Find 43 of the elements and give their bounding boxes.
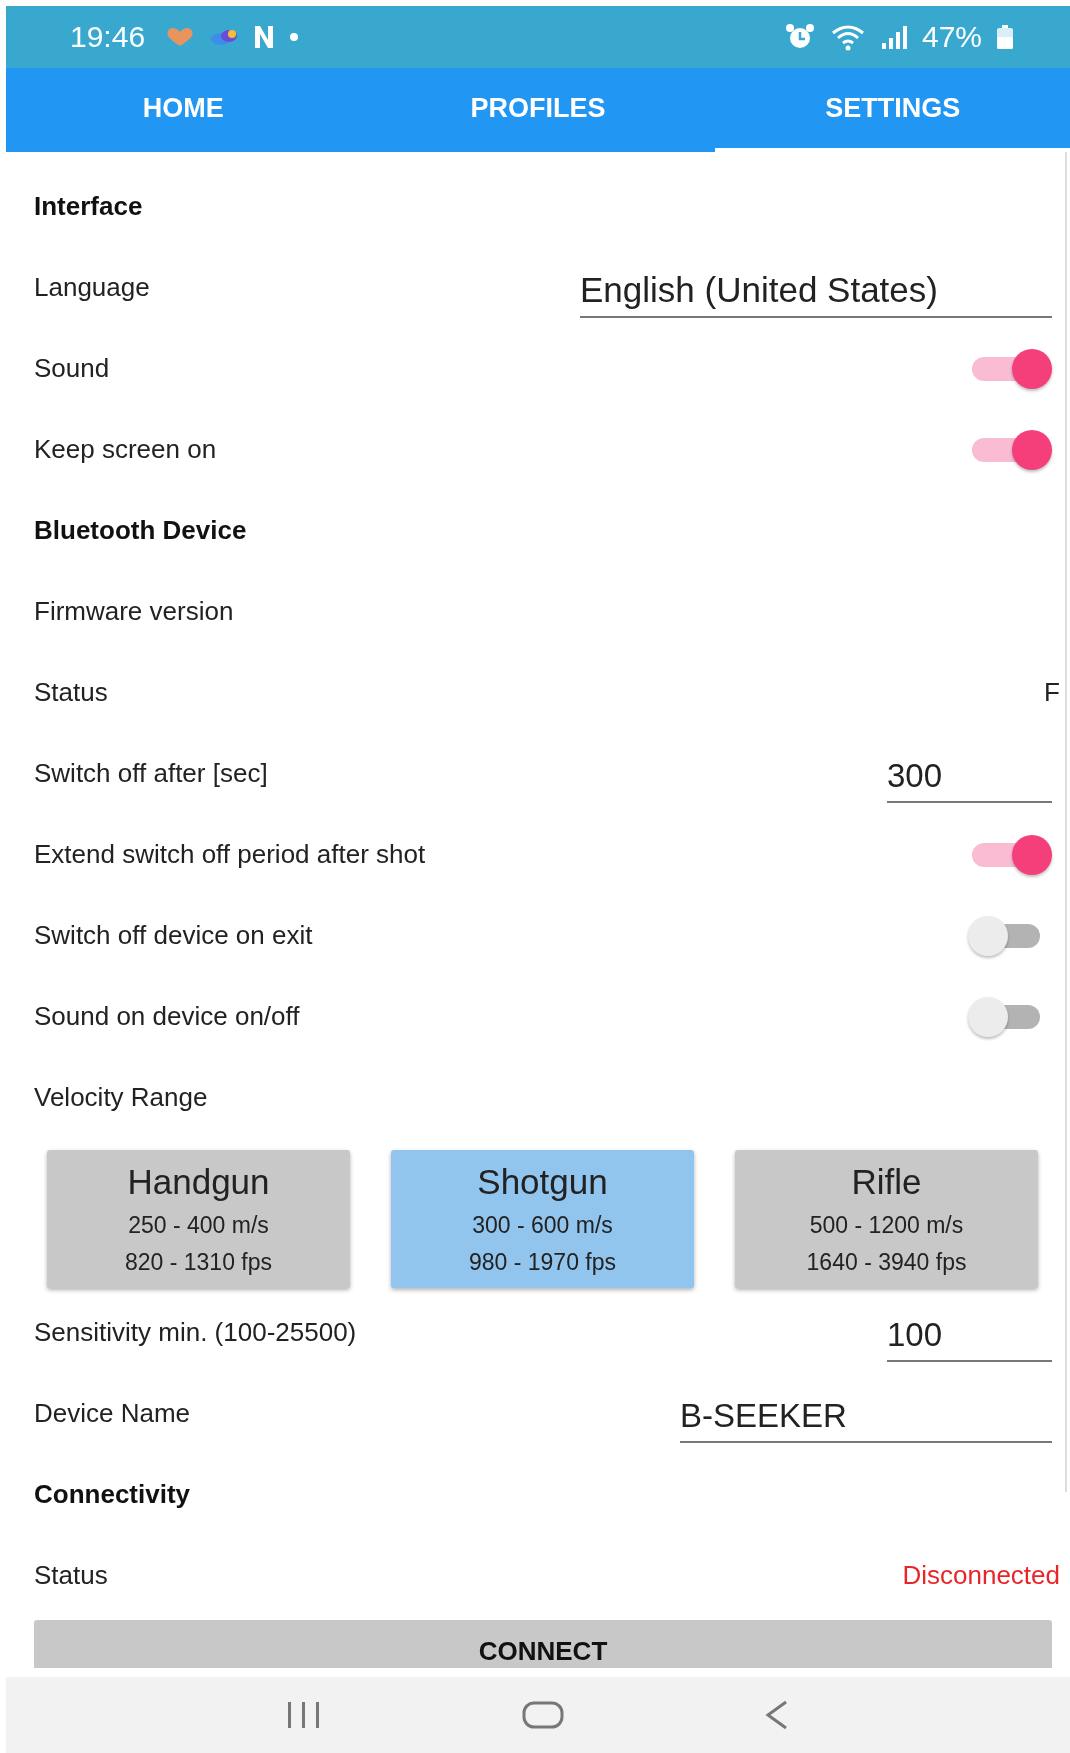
setting-label: Keep screen on [34, 434, 217, 465]
section-heading: Bluetooth Device [34, 515, 247, 546]
dot-icon [289, 32, 300, 42]
setting-label: Switch off after [sec] [34, 758, 268, 789]
range-metric: 250 - 400 m/s [128, 1212, 269, 1239]
setting-label: Sound on device on/off [34, 1001, 300, 1032]
setting-label: Switch off device on exit [34, 920, 313, 951]
setting-label: Velocity Range [34, 1082, 208, 1113]
language-dropdown[interactable]: English (United States) [580, 265, 1052, 318]
section-heading: Interface [34, 191, 143, 222]
n-logo-icon [253, 24, 276, 50]
setting-label: Sensitivity min. (100-25500) [34, 1317, 357, 1348]
battery-icon [996, 24, 1014, 50]
range-imperial: 1640 - 3940 fps [806, 1249, 967, 1276]
input-field[interactable]: 100 [887, 1311, 1052, 1362]
home-icon[interactable] [521, 1699, 565, 1731]
setting-label: Status [34, 677, 108, 708]
battery-percent: 47% [921, 20, 982, 54]
velocity-range-option[interactable]: Handgun 250 - 400 m/s 820 - 1310 fps [47, 1150, 350, 1288]
setting-label: Status [34, 1560, 108, 1591]
setting-label: Language [34, 272, 150, 303]
range-imperial: 820 - 1310 fps [124, 1249, 273, 1276]
velocity-range-option[interactable]: Shotgun 300 - 600 m/s 980 - 1970 fps [391, 1150, 694, 1288]
setting-label: Firmware version [34, 596, 234, 627]
section-heading: Connectivity [34, 1479, 191, 1510]
signal-icon [879, 24, 908, 50]
connect-button[interactable]: CONNECT [34, 1620, 1052, 1668]
range-metric: 500 - 1200 m/s [809, 1212, 964, 1239]
setting-label: Sound [34, 353, 110, 384]
range-metric: 300 - 600 m/s [472, 1212, 613, 1239]
velocity-range-option[interactable]: Rifle 500 - 1200 m/s 1640 - 3940 fps [735, 1150, 1038, 1288]
cloud-icon [209, 27, 240, 47]
clock-time: 19:46 [70, 20, 146, 54]
setting-label: Device Name [34, 1398, 191, 1429]
setting-label: Extend switch off period after shot [34, 839, 426, 870]
range-title: Rifle [851, 1162, 922, 1202]
input-field[interactable]: 300 [887, 752, 1052, 803]
status-value: F [1044, 677, 1060, 708]
input-field[interactable]: B-SEEKER [680, 1392, 1052, 1443]
status-value: Disconnected [902, 1560, 1060, 1591]
range-title: Handgun [127, 1162, 270, 1202]
range-imperial: 980 - 1970 fps [468, 1249, 617, 1276]
range-title: Shotgun [477, 1162, 608, 1202]
